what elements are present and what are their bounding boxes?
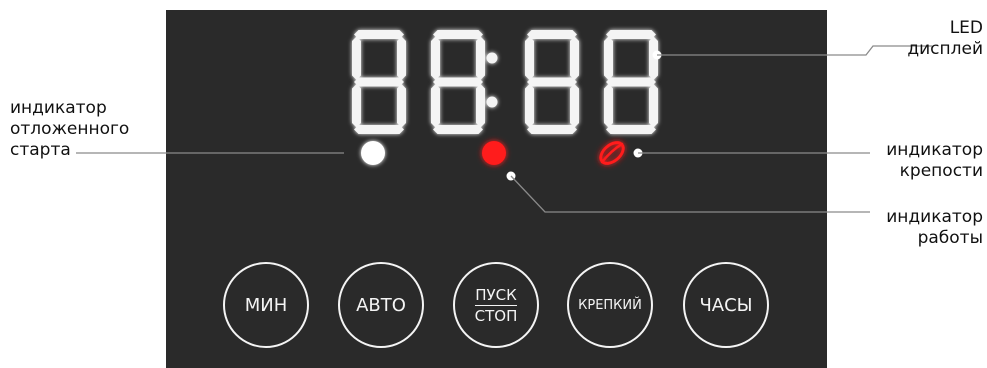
led-digit-3 xyxy=(525,30,579,134)
led-segment-c xyxy=(397,84,406,128)
led-segment-d xyxy=(354,125,404,134)
led-digit-4 xyxy=(604,30,658,134)
work-indicator xyxy=(482,141,506,165)
auto-button[interactable]: АВТО xyxy=(338,262,424,348)
hours-button[interactable]: ЧАСЫ xyxy=(683,262,769,348)
callout-delayed-start: индикатор отложенного старта xyxy=(10,98,130,160)
led-segment-a xyxy=(433,30,483,39)
led-segment-a xyxy=(527,30,577,39)
min-button[interactable]: МИН xyxy=(223,262,309,348)
start-stop-button[interactable]: ПУСК СТОП xyxy=(453,262,539,348)
led-segment-g xyxy=(354,77,404,87)
led-segment-f xyxy=(525,36,534,80)
strong-button[interactable]: КРЕПКИЙ xyxy=(567,262,653,348)
led-segment-f xyxy=(352,36,361,80)
leader-line-work xyxy=(510,175,870,213)
led-segment-e xyxy=(352,84,361,128)
led-segment-e xyxy=(604,84,613,128)
callout-led-display: LED дисплей xyxy=(907,18,983,59)
led-segment-g xyxy=(527,77,577,87)
led-digit-2 xyxy=(431,30,485,134)
stop-label: СТОП xyxy=(474,306,518,325)
led-segment-b xyxy=(397,36,406,80)
led-segment-f xyxy=(431,36,440,80)
leader-lines xyxy=(76,45,932,213)
led-segment-f xyxy=(604,36,613,80)
led-segment-c xyxy=(476,84,485,128)
led-colon xyxy=(486,52,498,108)
led-segment-c xyxy=(649,84,658,128)
auto-button-label: АВТО xyxy=(356,294,406,316)
hours-button-label: ЧАСЫ xyxy=(699,294,753,316)
led-segment-e xyxy=(525,84,534,128)
led-display xyxy=(352,30,658,134)
led-segment-g xyxy=(433,77,483,87)
coffee-bean-icon xyxy=(599,141,625,165)
led-segment-b xyxy=(570,36,579,80)
callout-strength: индикатор крепости xyxy=(886,140,983,181)
led-segment-e xyxy=(431,84,440,128)
min-button-label: МИН xyxy=(244,294,288,316)
delayed-start-indicator xyxy=(361,141,385,165)
led-segment-d xyxy=(606,125,656,134)
strong-button-label: КРЕПКИЙ xyxy=(578,297,642,313)
leader-line-led xyxy=(657,45,932,56)
start-stop-label: ПУСК СТОП xyxy=(475,286,518,325)
led-segment-g xyxy=(606,77,656,87)
led-segment-a xyxy=(354,30,404,39)
led-digit-1 xyxy=(352,30,406,134)
start-label: ПУСК xyxy=(475,285,517,306)
callout-work: индикатор работы xyxy=(886,207,983,248)
led-segment-c xyxy=(570,84,579,128)
led-segment-d xyxy=(527,125,577,134)
led-segment-d xyxy=(433,125,483,134)
led-segment-b xyxy=(476,36,485,80)
led-segment-a xyxy=(606,30,656,39)
